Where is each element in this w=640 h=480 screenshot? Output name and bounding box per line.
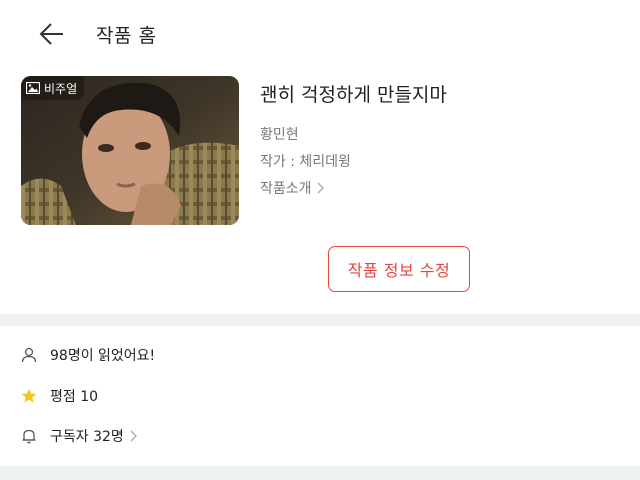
section-divider (0, 466, 640, 480)
image-icon (26, 82, 40, 94)
rating-row: 평점 10 (21, 386, 98, 406)
rating-value: 평점 10 (50, 389, 99, 405)
edit-work-info-button[interactable]: 작품 정보 수정 (328, 246, 470, 292)
star-icon (21, 388, 37, 403)
back-button[interactable] (38, 20, 68, 48)
reads-count: 98명이 읽었어요! (50, 348, 156, 364)
writer-name[interactable]: 작가 : 체리데윙 (260, 151, 351, 171)
section-divider (0, 314, 640, 326)
person-icon (21, 347, 37, 363)
visual-badge-label: 비주얼 (44, 81, 78, 96)
reads-row: 98명이 읽었어요! (21, 345, 155, 365)
cover-image[interactable]: 비주얼 (21, 76, 239, 225)
chevron-right-icon (130, 430, 137, 442)
work-title: 괜히 걱정하게 만들지마 (260, 84, 447, 106)
visual-badge: 비주얼 (21, 76, 85, 100)
work-intro-label: 작품소개 (260, 181, 312, 197)
bell-icon (22, 429, 36, 444)
chevron-right-icon (317, 182, 324, 194)
arrow-left-icon (39, 23, 63, 45)
app-header: 작품 홈 (0, 0, 640, 68)
subscribers-row[interactable]: 구독자 32명 (21, 426, 137, 446)
page-title: 작품 홈 (96, 25, 157, 47)
work-intro-link[interactable]: 작품소개 (260, 178, 324, 198)
subscribers-count: 구독자 32명 (50, 429, 124, 445)
author-name[interactable]: 황민현 (260, 124, 299, 144)
